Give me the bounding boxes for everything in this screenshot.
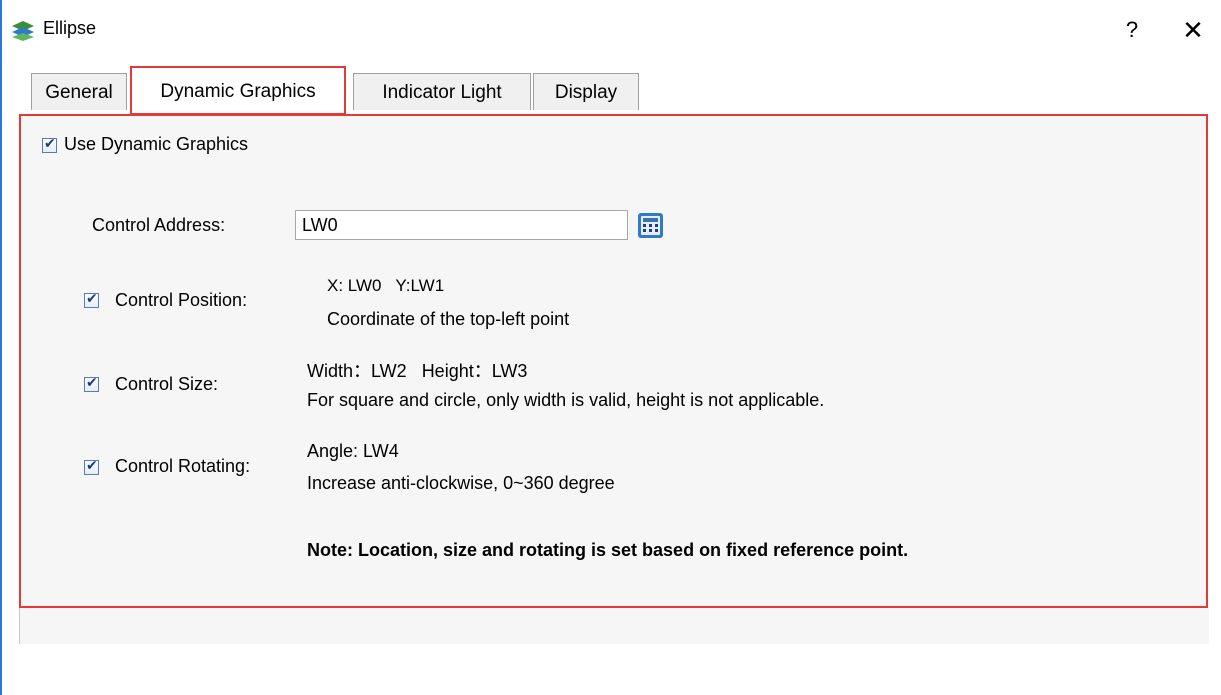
control-position-label: Control Position:: [115, 290, 248, 310]
ellipse-app-icon: [12, 21, 34, 41]
control-size-label: Control Size:: [115, 374, 219, 394]
title-bar: Ellipse ? ✕: [2, 0, 1221, 60]
use-dynamic-graphics-label: Use Dynamic Graphics: [64, 134, 249, 154]
control-position-coords: X: LW0 Y:LW1: [327, 276, 445, 295]
use-dynamic-graphics-checkbox[interactable]: [42, 136, 57, 153]
control-address-input[interactable]: [295, 210, 628, 240]
control-size-desc: For square and circle, only width is val…: [307, 390, 825, 410]
panel-footer-area: [19, 608, 1209, 644]
control-rotating-angle: Angle: LW4: [307, 441, 399, 461]
tab-display[interactable]: Display: [533, 73, 639, 110]
control-rotating-checkbox[interactable]: [84, 458, 99, 475]
close-button[interactable]: ✕: [1177, 14, 1209, 46]
control-address-label: Control Address:: [92, 215, 226, 235]
control-rotating-desc: Increase anti-clockwise, 0~360 degree: [307, 473, 615, 493]
keypad-icon[interactable]: [637, 212, 664, 239]
tab-general[interactable]: General: [31, 73, 127, 110]
window-title: Ellipse: [43, 18, 97, 38]
control-size-checkbox[interactable]: [84, 375, 99, 392]
control-position-checkbox[interactable]: [84, 291, 99, 308]
tab-indicator-light[interactable]: Indicator Light: [353, 73, 531, 110]
tab-dynamic-graphics[interactable]: Dynamic Graphics: [130, 66, 346, 115]
tab-strip: General Dynamic Graphics Indicator Light…: [0, 60, 1221, 115]
help-button[interactable]: ?: [1120, 14, 1144, 46]
dynamic-graphics-panel: [19, 114, 1208, 608]
control-rotating-label: Control Rotating:: [115, 456, 251, 476]
control-position-desc: Coordinate of the top-left point: [327, 309, 570, 329]
control-size-fields: Width：LW2 Height：LW3: [307, 361, 528, 381]
reference-point-note: Note: Location, size and rotating is set…: [307, 540, 909, 560]
